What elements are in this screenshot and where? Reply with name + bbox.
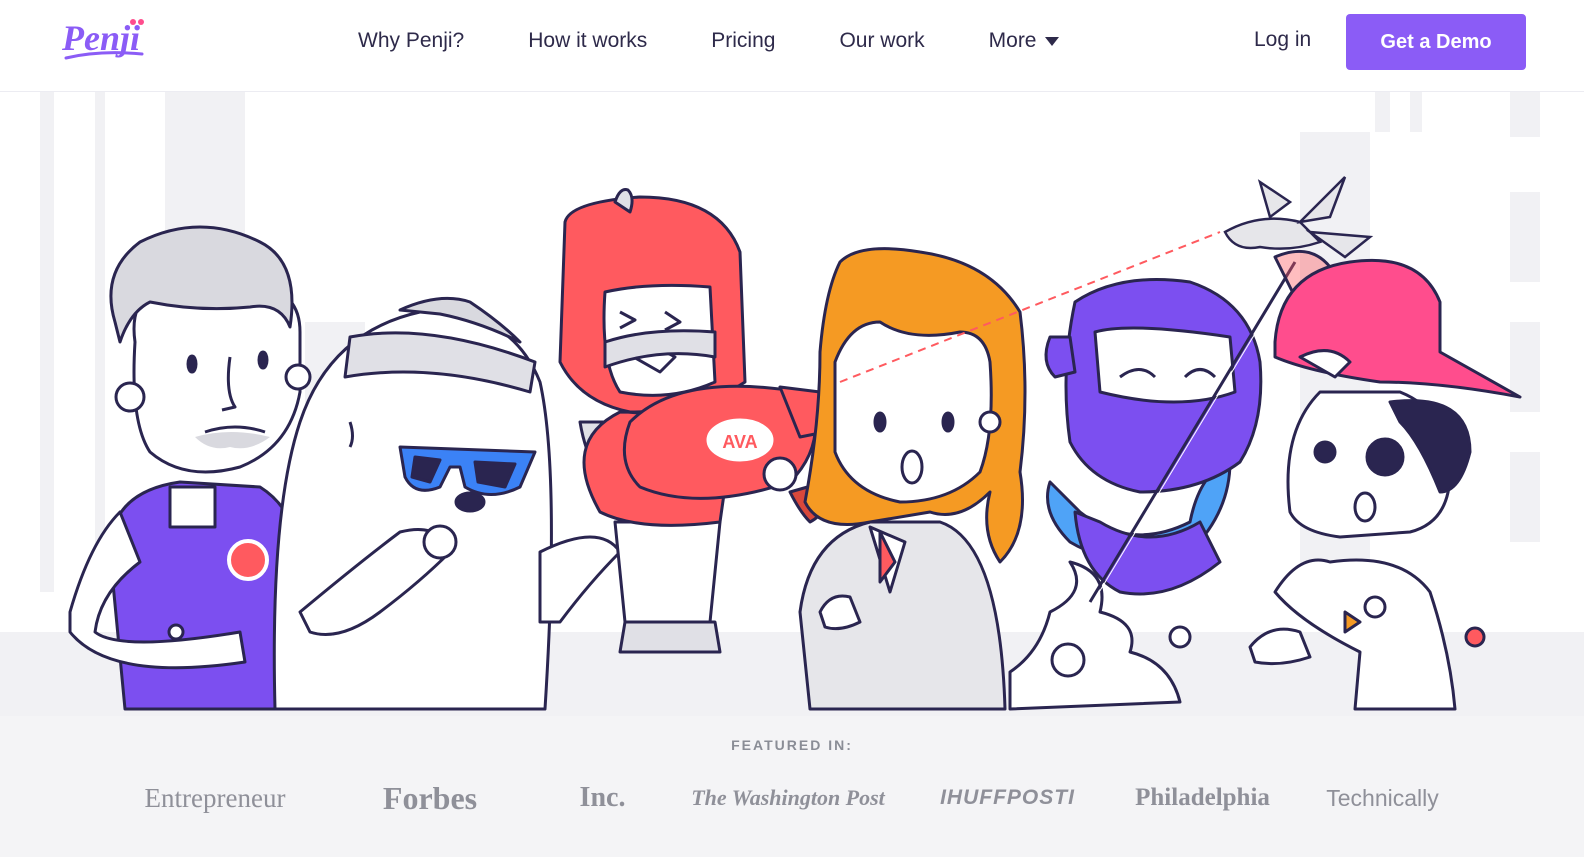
nav-more[interactable]: More xyxy=(989,29,1059,53)
caret-down-icon xyxy=(1044,36,1059,46)
main-nav: Why Penji? How it works Pricing Our work… xyxy=(358,0,1059,82)
featured-in-section: FEATURED IN: Entrepreneur Forbes Inc. Th… xyxy=(0,716,1584,857)
get-demo-button[interactable]: Get a Demo xyxy=(1346,14,1526,70)
nav-our-work[interactable]: Our work xyxy=(839,29,924,53)
huffpost-logo: IHUFFPOSTI xyxy=(940,786,1075,809)
washington-post-logo: The Washington Post xyxy=(691,785,885,810)
character-woman xyxy=(798,247,1027,711)
inc-logo: Inc. xyxy=(579,782,626,813)
press-logos: Entrepreneur Forbes Inc. The Washington … xyxy=(0,768,1584,828)
technically-logo: Technically xyxy=(1326,784,1439,811)
featured-title: FEATURED IN: xyxy=(731,737,853,753)
character-robot: AVA xyxy=(558,188,828,654)
characters-illustration: AVA xyxy=(0,92,1584,716)
nav-how-it-works[interactable]: How it works xyxy=(528,29,647,53)
nav-pricing[interactable]: Pricing xyxy=(711,29,775,53)
entrepreneur-logo: Entrepreneur xyxy=(144,782,286,813)
nav-more-label: More xyxy=(988,29,1037,52)
forbes-logo: Forbes xyxy=(382,779,478,816)
football-badge-text: AVA xyxy=(722,432,757,452)
hero-illustration: AVA xyxy=(0,92,1584,716)
character-pink-hat xyxy=(1248,258,1522,711)
penji-logo[interactable]: Penji xyxy=(60,14,150,68)
philadelphia-logo: Philadelphia xyxy=(1135,784,1270,811)
site-header: Penji Why Penji? How it works Pricing Ou… xyxy=(0,0,1584,92)
nav-why-penji[interactable]: Why Penji? xyxy=(358,29,464,53)
login-link[interactable]: Log in xyxy=(1254,28,1311,52)
